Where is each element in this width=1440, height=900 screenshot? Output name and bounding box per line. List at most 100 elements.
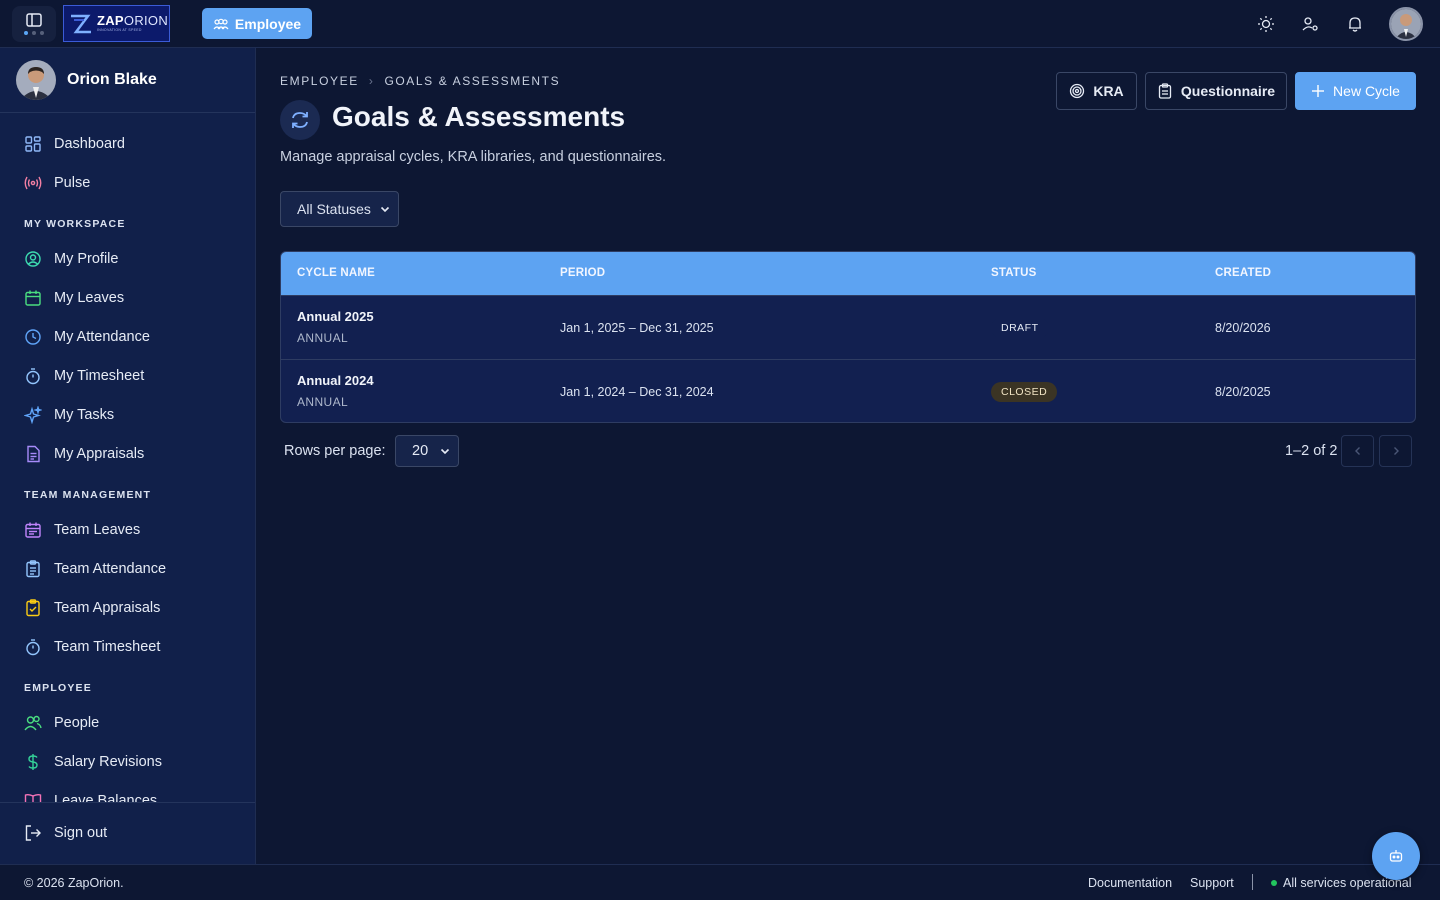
logout-icon xyxy=(25,825,41,841)
sidebar-item-label: Team Timesheet xyxy=(54,639,161,655)
sidebar-item-label: People xyxy=(54,715,100,731)
chevron-down-icon xyxy=(380,206,390,213)
sidebar: Orion Blake Dashboard Pulse MY WORKSPACE… xyxy=(0,48,256,864)
sidebar-profile[interactable]: Orion Blake xyxy=(0,48,255,113)
sidebar-item-label: Team Leaves xyxy=(54,522,141,538)
page-icon xyxy=(280,100,320,140)
sidebar-item-label: My Tasks xyxy=(54,407,115,423)
kra-button-label: KRA xyxy=(1093,83,1124,99)
status-dot-icon xyxy=(1271,880,1277,886)
section-title-my-workspace: MY WORKSPACE xyxy=(24,218,126,230)
cycle-type: ANNUAL xyxy=(297,395,349,409)
cycle-period: Jan 1, 2025 – Dec 31, 2025 xyxy=(560,321,714,335)
questionnaire-button[interactable]: Questionnaire xyxy=(1145,72,1287,110)
user-settings-button[interactable] xyxy=(1300,14,1320,34)
stopwatch-icon xyxy=(26,639,40,656)
app-logo[interactable]: ZAPORION INNOVATION AT SPEED xyxy=(63,5,170,42)
section-title-team-management: TEAM MANAGEMENT xyxy=(24,489,152,501)
support-link[interactable]: Support xyxy=(1190,876,1234,890)
chevron-left-icon xyxy=(1354,447,1360,455)
next-page-button[interactable] xyxy=(1379,435,1412,467)
sidebar-item-my-leaves[interactable]: My Leaves xyxy=(24,286,124,310)
sidebar-item-my-profile[interactable]: My Profile xyxy=(24,247,118,271)
book-icon xyxy=(24,793,42,802)
table-header: CYCLE NAME PERIOD STATUS CREATED xyxy=(281,252,1415,295)
new-cycle-button[interactable]: New Cycle xyxy=(1295,72,1416,110)
sidebar-item-pulse[interactable]: Pulse xyxy=(24,171,90,195)
kra-button[interactable]: KRA xyxy=(1056,72,1137,110)
sidebar-item-team-timesheet[interactable]: Team Timesheet xyxy=(24,635,160,659)
theme-toggle-button[interactable] xyxy=(1256,14,1276,34)
sidebar-toggle-button[interactable] xyxy=(12,6,56,42)
document-icon xyxy=(27,445,40,463)
assistant-chat-button[interactable] xyxy=(1372,832,1420,880)
role-label: Employee xyxy=(234,15,302,32)
logo-name-bold: ZAP xyxy=(97,13,124,29)
sign-out-label: Sign out xyxy=(54,825,108,841)
sidebar-item-dashboard[interactable]: Dashboard xyxy=(24,132,125,156)
users-group-icon xyxy=(213,18,229,29)
breadcrumb-separator: › xyxy=(368,74,375,88)
sidebar-item-my-timesheet[interactable]: My Timesheet xyxy=(24,364,144,388)
pagination-range: 1–2 of 2 xyxy=(1285,443,1338,459)
users-icon xyxy=(24,715,42,731)
sidebar-item-label: My Profile xyxy=(54,251,119,267)
status-badge: CLOSED xyxy=(991,382,1058,402)
breadcrumb: EMPLOYEE › GOALS & ASSESSMENTS xyxy=(280,74,560,88)
breadcrumb-item-employee[interactable]: EMPLOYEE xyxy=(280,74,359,88)
page-dots xyxy=(24,31,44,35)
sparkle-icon xyxy=(24,406,42,424)
sidebar-item-label: Team Appraisals xyxy=(54,600,161,616)
avatar xyxy=(16,60,56,100)
chevron-right-icon xyxy=(1393,447,1399,455)
page-title: Goals & Assessments xyxy=(332,101,626,132)
copyright-text: © 2026 ZapOrion. xyxy=(24,876,124,890)
sidebar-item-label: My Leaves xyxy=(54,290,125,306)
avatar[interactable] xyxy=(1389,7,1423,41)
sidebar-item-label: Salary Revisions xyxy=(54,754,162,770)
column-header-cycle-name[interactable]: CYCLE NAME xyxy=(297,267,375,279)
clipboard-check-icon xyxy=(26,599,40,617)
sidebar-panel-icon xyxy=(26,13,42,27)
sign-out-button[interactable]: Sign out xyxy=(24,824,107,842)
top-bar: ZAPORION INNOVATION AT SPEED Employee xyxy=(0,0,1440,48)
sidebar-item-team-appraisals[interactable]: Team Appraisals xyxy=(24,596,160,620)
sidebar-item-team-attendance[interactable]: Team Attendance xyxy=(24,557,166,581)
previous-page-button[interactable] xyxy=(1341,435,1374,467)
status-badge: DRAFT xyxy=(991,318,1049,338)
sidebar-item-my-tasks[interactable]: My Tasks xyxy=(24,403,114,427)
column-header-period[interactable]: PERIOD xyxy=(560,267,605,279)
table-row[interactable]: Annual 2025 ANNUAL Jan 1, 2025 – Dec 31,… xyxy=(281,295,1415,359)
table-row[interactable]: Annual 2024 ANNUAL Jan 1, 2024 – Dec 31,… xyxy=(281,359,1415,422)
rows-per-page-select[interactable]: 20 xyxy=(395,435,459,467)
footer-divider xyxy=(1252,874,1253,890)
logo-tagline: INNOVATION AT SPEED xyxy=(97,28,142,33)
column-header-created[interactable]: CREATED xyxy=(1215,267,1271,279)
status-filter-value: All Statuses xyxy=(297,201,371,217)
sidebar-item-label: Dashboard xyxy=(54,136,125,152)
role-switch-button[interactable]: Employee xyxy=(202,8,312,39)
calendar-icon xyxy=(25,290,41,306)
dollar-icon xyxy=(28,754,38,770)
notifications-button[interactable] xyxy=(1345,14,1365,34)
documentation-link[interactable]: Documentation xyxy=(1088,876,1172,890)
column-header-status[interactable]: STATUS xyxy=(991,267,1037,279)
sidebar-item-salary-revisions[interactable]: Salary Revisions xyxy=(24,750,162,774)
sun-icon xyxy=(1258,16,1274,32)
chevron-down-icon xyxy=(440,448,450,455)
sidebar-item-label: Pulse xyxy=(54,175,91,191)
clock-icon xyxy=(25,329,41,345)
sidebar-item-leave-balances[interactable]: Leave Balances xyxy=(24,789,157,802)
sidebar-item-my-appraisals[interactable]: My Appraisals xyxy=(24,442,144,466)
user-photo-icon xyxy=(16,60,56,100)
status-filter-select[interactable]: All Statuses xyxy=(280,191,399,227)
bell-icon xyxy=(1349,17,1361,32)
logo-name-rest: ORION xyxy=(123,13,169,29)
sidebar-item-label: My Appraisals xyxy=(54,446,145,462)
footer: © 2026 ZapOrion. Documentation Support A… xyxy=(0,864,1440,900)
sidebar-item-my-attendance[interactable]: My Attendance xyxy=(24,325,150,349)
questionnaire-button-label: Questionnaire xyxy=(1180,83,1276,99)
sidebar-item-people[interactable]: People xyxy=(24,711,99,735)
sidebar-item-team-leaves[interactable]: Team Leaves xyxy=(24,518,140,542)
robot-icon xyxy=(1389,850,1403,862)
